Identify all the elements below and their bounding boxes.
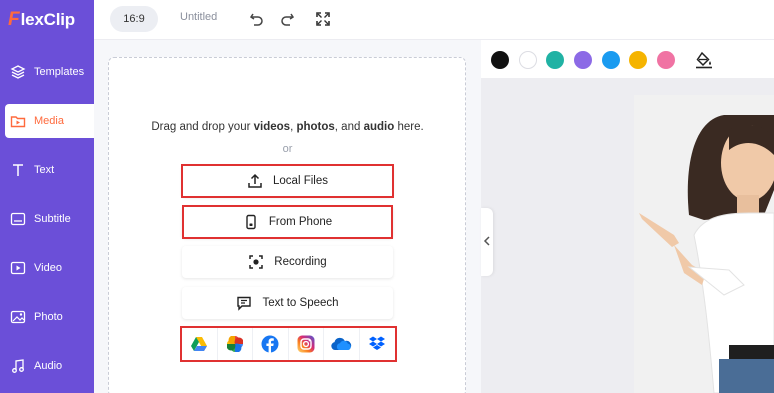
color-swatch-teal[interactable]: [546, 51, 564, 69]
sidebar-item-label: Media: [34, 115, 64, 127]
google-drive-icon[interactable]: [182, 328, 218, 360]
text-to-speech-button[interactable]: Text to Speech: [182, 287, 393, 319]
or-divider: or: [282, 143, 293, 155]
drop-text-sep: , and: [334, 121, 361, 133]
panel-collapse-toggle[interactable]: [481, 208, 493, 276]
sidebar-item-audio[interactable]: Audio: [0, 349, 94, 383]
recording-button[interactable]: Recording: [182, 246, 393, 278]
sidebar-item-media[interactable]: Media: [5, 104, 94, 138]
sidebar-item-label: Templates: [34, 66, 85, 78]
drop-instructions: Drag and drop your videos, photos, and a…: [94, 121, 481, 133]
recording-label: Recording: [274, 256, 327, 268]
drop-text-suffix: here.: [397, 121, 424, 133]
video-icon: [10, 260, 26, 276]
phone-icon: [243, 214, 259, 230]
color-swatch-white[interactable]: [519, 51, 537, 69]
color-swatch-black[interactable]: [491, 51, 509, 69]
cloud-services-bar: [182, 328, 395, 360]
project-title[interactable]: Untitled: [180, 11, 217, 23]
flexclip-editor: F lexClip Templates Media Text Subtitle …: [0, 0, 774, 393]
color-toolbar: [481, 40, 774, 78]
sidebar-item-label: Subtitle: [34, 213, 71, 225]
drop-text-videos: videos: [253, 121, 291, 133]
sidebar-item-video[interactable]: Video: [0, 251, 94, 285]
drop-text-photos: photos: [296, 121, 335, 133]
sidebar-item-label: Audio: [34, 360, 63, 372]
text-icon: [10, 162, 26, 178]
dropbox-icon[interactable]: [360, 328, 396, 360]
color-swatch-pink[interactable]: [657, 51, 675, 69]
color-swatch-blue[interactable]: [602, 51, 620, 69]
subtitle-icon: [10, 211, 26, 227]
drop-text-audio: audio: [363, 121, 395, 133]
sidebar-item-subtitle[interactable]: Subtitle: [0, 202, 94, 236]
google-photos-icon[interactable]: [218, 328, 253, 360]
undo-icon[interactable]: [248, 10, 266, 28]
text-to-speech-label: Text to Speech: [262, 297, 339, 309]
record-icon: [248, 254, 264, 270]
redo-icon[interactable]: [278, 10, 296, 28]
top-toolbar: 16:9 Untitled: [94, 0, 774, 40]
from-phone-label: From Phone: [268, 216, 333, 228]
sidebar-item-label: Video: [34, 262, 62, 274]
media-folder-icon: [10, 113, 26, 129]
local-files-label: Local Files: [273, 175, 328, 187]
chevron-left-icon: [483, 233, 491, 251]
onedrive-icon[interactable]: [324, 328, 360, 360]
sidebar-item-label: Text: [34, 164, 55, 176]
from-phone-button[interactable]: From Phone: [182, 206, 393, 238]
logo-text: lexClip: [20, 10, 76, 29]
instagram-icon[interactable]: [289, 328, 324, 360]
sidebar-item-text[interactable]: Text: [0, 153, 94, 187]
local-files-button[interactable]: Local Files: [182, 165, 393, 197]
speech-icon: [236, 295, 252, 311]
drop-text-prefix: Drag and drop your: [151, 121, 251, 133]
color-swatch-yellow[interactable]: [629, 51, 647, 69]
canvas-photo[interactable]: [634, 95, 774, 393]
drop-text-sep: ,: [290, 121, 294, 133]
sidebar-item-label: Photo: [34, 311, 63, 323]
layers-icon: [10, 64, 26, 80]
facebook-icon[interactable]: [253, 328, 289, 360]
sidebar-item-photo[interactable]: Photo: [0, 300, 94, 334]
paint-bucket-icon[interactable]: [695, 51, 713, 69]
fullscreen-icon[interactable]: [314, 10, 332, 28]
photo-icon: [10, 309, 26, 325]
sidebar-item-templates[interactable]: Templates: [0, 55, 94, 89]
logo[interactable]: F lexClip: [8, 9, 75, 31]
color-swatch-purple[interactable]: [574, 51, 592, 69]
upload-icon: [247, 173, 263, 189]
sidebar: F lexClip Templates Media Text Subtitle …: [0, 0, 94, 393]
aspect-ratio-button[interactable]: 16:9: [110, 6, 158, 32]
logo-mark: F: [8, 9, 20, 30]
music-note-icon: [10, 358, 26, 374]
